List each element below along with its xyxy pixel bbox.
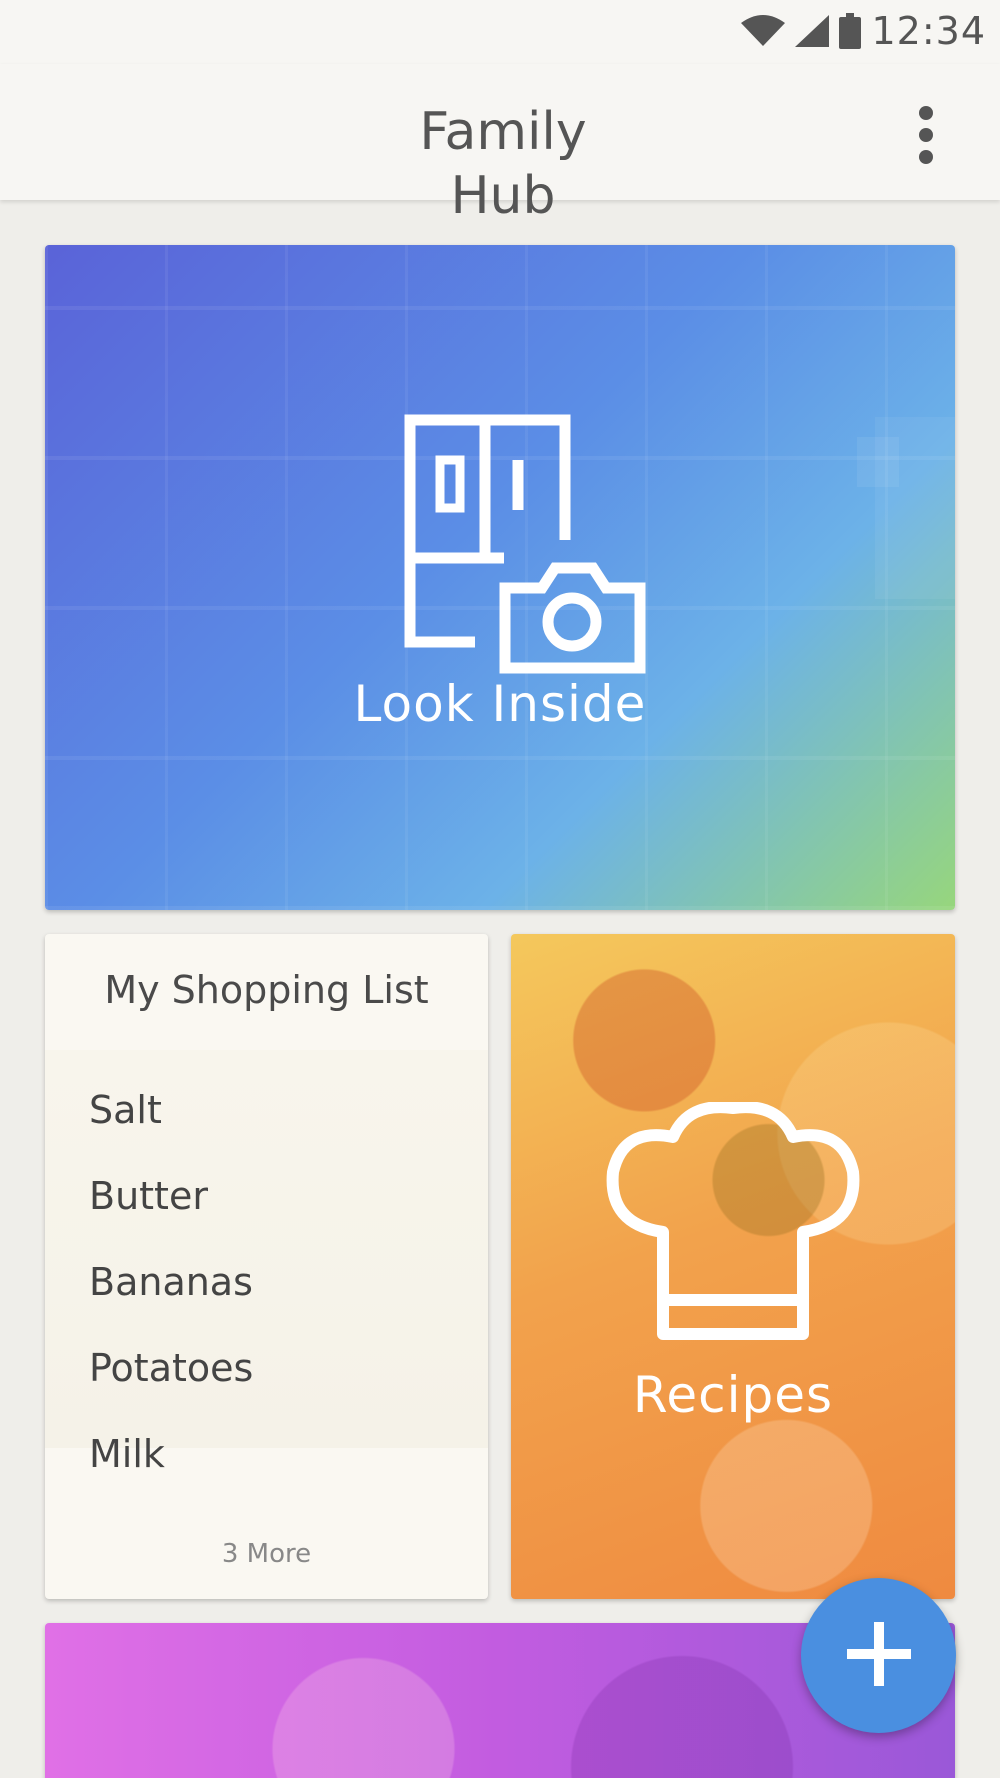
list-item[interactable]: Salt	[89, 1088, 162, 1132]
wifi-icon	[741, 15, 786, 47]
fridge-camera-icon	[400, 410, 670, 684]
recipes-card[interactable]: Recipes	[511, 934, 955, 1599]
recipes-label: Recipes	[632, 1366, 834, 1424]
shopping-list: Salt Butter Bananas Potatoes Milk	[45, 1050, 488, 1476]
look-inside-card[interactable]: Look Inside	[45, 245, 955, 910]
status-bar: 12:34	[0, 0, 1000, 64]
cellular-signal-icon	[795, 15, 830, 47]
status-indicators: 12:34	[741, 8, 986, 54]
more-vert-icon-dot	[919, 150, 933, 164]
more-vert-icon-dot	[919, 128, 933, 142]
list-item[interactable]: Milk	[89, 1432, 165, 1476]
add-button[interactable]	[801, 1578, 956, 1733]
battery-icon	[839, 13, 862, 49]
page-title: Family Hub	[419, 102, 587, 226]
chef-hat-icon	[603, 1101, 863, 1356]
fridge-door-knob	[857, 437, 899, 487]
more-items-link[interactable]: 3 More	[45, 1539, 488, 1569]
shopping-list-title: My Shopping List	[104, 968, 429, 1012]
app-bar: Family Hub	[0, 64, 1000, 226]
list-item[interactable]: Potatoes	[89, 1346, 253, 1390]
look-inside-label: Look Inside	[353, 675, 647, 733]
status-time: 12:34	[871, 9, 986, 53]
shopping-list-card[interactable]: My Shopping List Salt Butter Bananas Pot…	[45, 934, 488, 1599]
list-item[interactable]: Bananas	[89, 1260, 253, 1304]
more-vert-icon-dot	[919, 106, 933, 120]
more-options-button[interactable]	[906, 96, 946, 174]
plus-icon	[846, 1621, 911, 1690]
list-item[interactable]: Butter	[89, 1174, 208, 1218]
